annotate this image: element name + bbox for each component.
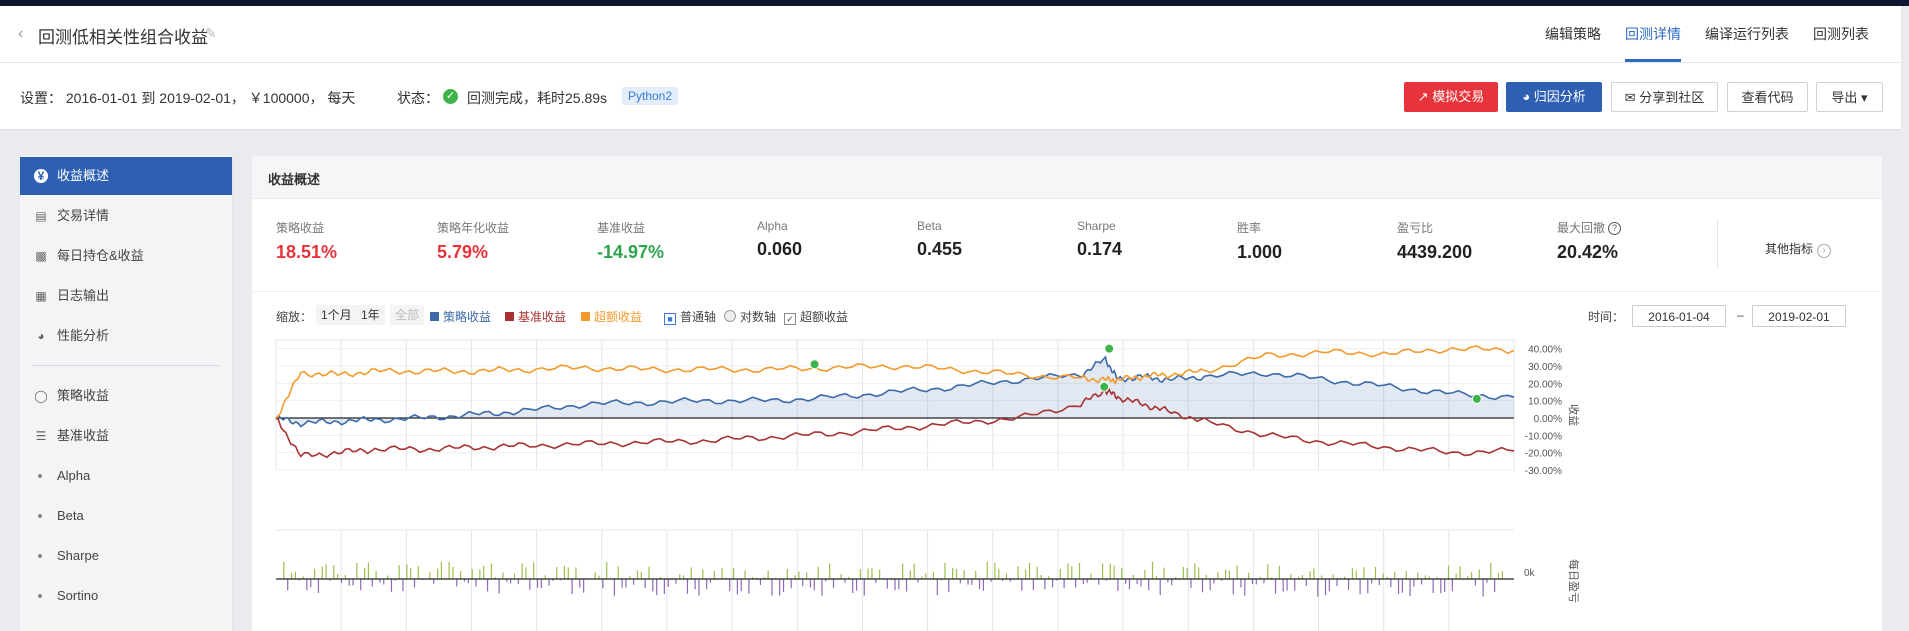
y-tick-label: -10.00% (1525, 431, 1562, 442)
zoom-1-year[interactable]: 1年 (356, 305, 385, 325)
header: ‹ 回测低相关性组合收益 ✎ 编辑策略 回测详情 编译运行列表 回测列表 (0, 6, 1901, 63)
sidebar-item-sortino[interactable]: Sortino (20, 577, 232, 615)
backtest-config: 设置： 2016-01-01 到 2019-02-01， ￥100000， 每天 (20, 90, 356, 106)
metric-benchmark-return: 基准收益 -14.97% (597, 221, 665, 262)
legend-benchmark[interactable]: 基准收益 (505, 308, 566, 325)
calendar-icon: ▦ (35, 289, 47, 303)
y-tick-label: 40.00% (1528, 345, 1562, 356)
legend-strategy[interactable]: 策略收益 (430, 308, 491, 325)
date-from-input[interactable]: 2016-01-04 (1632, 305, 1726, 327)
pie-chart-icon: ◕ (1522, 89, 1531, 104)
chart-marker (809, 359, 820, 370)
sidebar-item-beta[interactable]: Beta (20, 497, 232, 535)
metric-sharpe: Sharpe 0.174 (1077, 219, 1123, 259)
sidebar-item-benchmark-return[interactable]: ☰ 基准收益 (20, 417, 232, 455)
panel-header: 收益概述 (252, 156, 1882, 199)
sidebar-item-performance[interactable]: ◕ 性能分析 (20, 317, 232, 355)
y-tick-label: -30.00% (1525, 466, 1562, 477)
sidebar-item-sharpe[interactable]: Sharpe (20, 537, 232, 575)
legend-excess[interactable]: 超额收益 (581, 308, 642, 325)
sidebar-item-trades[interactable]: ▤ 交易详情 (20, 197, 232, 235)
bar-chart-icon: ▩ (35, 249, 47, 263)
metric-win-rate: 胜率 1.000 (1237, 221, 1283, 262)
y-axis-ticks: 40.00% 30.00% 20.00% 10.00% 0.00% -10.00% -20.… (1525, 345, 1562, 477)
caret-down-icon: ▾ (1861, 90, 1868, 105)
axis-log-option[interactable]: 对数轴 (724, 308, 776, 325)
daily-axis-label: 每日盈亏 (1567, 559, 1581, 603)
metrics-divider (1717, 219, 1718, 269)
metric-strategy-return: 策略收益 18.51% (276, 221, 338, 262)
metric-alpha: Alpha 0.060 (757, 219, 803, 259)
yen-circle-icon: ¥ (34, 169, 48, 183)
daily-tick-label: 0k (1524, 568, 1536, 579)
share-button[interactable]: ✉ 分享到社区 (1611, 82, 1718, 112)
attribution-button[interactable]: ◕ 归因分析 (1506, 82, 1602, 112)
chart-controls: 缩放： 1个月 1年 全部 策略收益 基准收益 超额收益 ■ 普通轴 对数轴 ✓ 超… (252, 300, 1882, 330)
sidebar-item-strategy-return[interactable]: ◯ 策略收益 (20, 377, 232, 415)
sidebar-divider (32, 365, 220, 366)
pencil-icon[interactable]: ✎ (205, 25, 219, 41)
date-separator: – (1737, 308, 1744, 322)
y-tick-label: 0.00% (1534, 414, 1562, 425)
metrics-row: 策略收益 18.51% 策略年化收益 5.79% 基准收益 -14.97% Al… (252, 199, 1882, 292)
zoom-1-month[interactable]: 1个月 (316, 305, 357, 325)
view-code-button[interactable]: 查看代码 (1727, 82, 1808, 112)
excess-return-checkbox[interactable]: ✓ 超额收益 (784, 308, 848, 325)
axis-normal-option[interactable]: ■ 普通轴 (664, 308, 716, 325)
chart-marker (1471, 393, 1482, 404)
overview-panel: 收益概述 策略收益 18.51% 策略年化收益 5.79% 基准收益 -14.9… (252, 156, 1882, 631)
chart-marker (1104, 343, 1115, 354)
nav-backtest-list[interactable]: 回测列表 (1801, 6, 1881, 62)
panel-title: 收益概述 (268, 172, 321, 187)
time-label: 时间： (1588, 310, 1625, 324)
help-icon[interactable]: ? (1608, 222, 1622, 235)
metric-profit-loss-ratio: 盈亏比 4439.200 (1397, 221, 1473, 262)
metric-max-drawdown: 最大回撤? 20.42% (1557, 219, 1622, 263)
metric-beta: Beta 0.455 (917, 219, 963, 259)
check-circle-icon: ✓ (443, 89, 458, 104)
nav-backtest-detail[interactable]: 回测详情 (1613, 6, 1693, 62)
chevron-right-icon: › (1817, 244, 1832, 258)
top-nav: 编辑策略 回测详情 编译运行列表 回测列表 (1533, 6, 1881, 62)
sidebar-item-alpha[interactable]: Alpha (20, 457, 232, 495)
status-text: 回测完成，耗时25.89s (467, 90, 608, 106)
date-to-input[interactable]: 2019-02-01 (1752, 305, 1846, 327)
nav-edit-strategy[interactable]: 编辑策略 (1533, 6, 1613, 62)
pie-chart-icon: ◕ (37, 329, 45, 343)
y-tick-label: 20.00% (1528, 379, 1562, 390)
y-tick-label: 10.00% (1528, 397, 1562, 408)
metric-annual-return: 策略年化收益 5.79% (437, 221, 510, 262)
chart-marker (1099, 381, 1110, 392)
nav-compile-list[interactable]: 编译运行列表 (1693, 6, 1801, 62)
chevron-left-icon[interactable]: ‹ (18, 26, 32, 42)
export-button[interactable]: 导出 ▾ (1816, 82, 1883, 112)
language-badge: Python2 (622, 87, 679, 105)
status-label: 状态： (397, 90, 439, 106)
comment-icon: ✉ (1624, 90, 1636, 105)
y-tick-label: 30.00% (1528, 362, 1562, 373)
document-icon: ▤ (35, 209, 47, 223)
zoom-label: 缩放： (276, 310, 313, 324)
page-title: 回测低相关性组合收益 (38, 28, 208, 47)
zoom-all[interactable]: 全部 (390, 305, 425, 325)
other-metrics-link[interactable]: 其他指标 › (1765, 240, 1832, 258)
database-icon: ☰ (35, 429, 47, 443)
sidebar: ¥ 收益概述 ▤ 交易详情 ▩ 每日持仓&收益 ▦ 日志输出 ◕ 性能分析 ◯ … (20, 156, 233, 631)
sidebar-item-daily-positions[interactable]: ▩ 每日持仓&收益 (20, 237, 232, 275)
sidebar-item-logs[interactable]: ▦ 日志输出 (20, 277, 232, 315)
lightbulb-icon: ◯ (34, 389, 48, 403)
return-chart[interactable]: 40.00% 30.00% 20.00% 10.00% 0.00% -10.00% -20.… (252, 330, 1882, 631)
sidebar-item-overview[interactable]: ¥ 收益概述 (20, 157, 232, 195)
settings-bar: 设置： 2016-01-01 到 2019-02-01， ￥100000， 每天… (0, 63, 1901, 130)
sim-trade-button[interactable]: ↗ 模拟交易 (1404, 82, 1498, 112)
y-axis-label: 收益 (1567, 404, 1581, 426)
trend-icon: ↗ (1417, 89, 1429, 104)
y-tick-label: -20.00% (1525, 449, 1562, 460)
